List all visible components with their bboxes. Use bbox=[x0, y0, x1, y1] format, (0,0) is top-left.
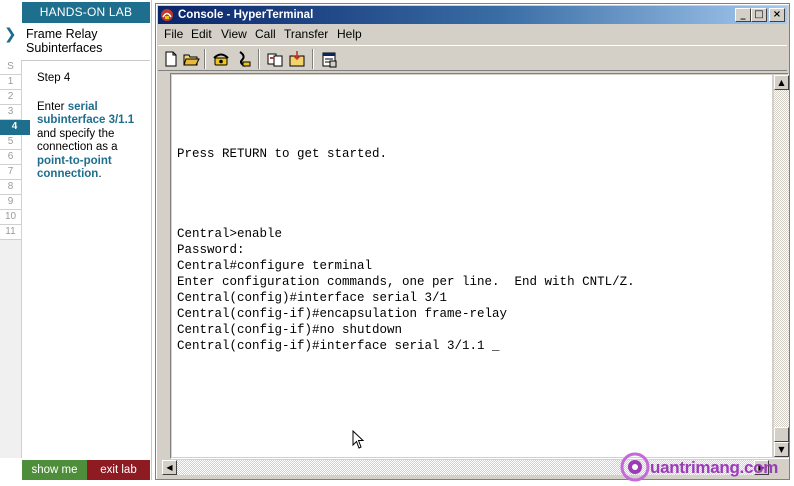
close-button[interactable]: × bbox=[769, 8, 785, 22]
toolbar-separator bbox=[258, 49, 260, 69]
step-item[interactable]: 2 bbox=[0, 90, 22, 105]
terminal-frame: Press RETURN to get started. Central>enab… bbox=[170, 73, 789, 459]
menu-call[interactable]: Call bbox=[255, 27, 276, 42]
toolbar bbox=[158, 45, 787, 71]
properties-icon[interactable] bbox=[320, 50, 338, 68]
menu-view[interactable]: View bbox=[221, 27, 247, 42]
mouse-cursor-icon bbox=[352, 430, 365, 449]
step-item[interactable]: S bbox=[0, 60, 22, 75]
step-item[interactable]: 4 bbox=[0, 120, 30, 135]
divider bbox=[22, 60, 150, 61]
terminal-line: Central(config-if)#no shutdown bbox=[177, 323, 403, 337]
terminal-line: Central(config-if)#encapsulation frame-r… bbox=[177, 307, 508, 321]
maximize-button[interactable]: □ bbox=[751, 8, 767, 22]
step-item[interactable]: 8 bbox=[0, 180, 22, 195]
watermark-text: uantrimang.com bbox=[650, 458, 779, 477]
receive-icon[interactable] bbox=[288, 50, 306, 68]
step-item[interactable]: 6 bbox=[0, 150, 22, 165]
scroll-left-button[interactable]: ◀ bbox=[162, 460, 177, 475]
lab-title-row: ❯ Frame Relay Subinterfaces bbox=[0, 24, 150, 60]
terminal-output[interactable]: Press RETURN to get started. Central>enab… bbox=[172, 75, 772, 457]
lab-title: Frame Relay Subinterfaces bbox=[26, 27, 103, 55]
scroll-thumb[interactable] bbox=[774, 427, 789, 442]
step-item[interactable]: 7 bbox=[0, 165, 22, 180]
menu-bar: File Edit View Call Transfer Help bbox=[158, 25, 787, 44]
chevron-right-icon: ❯ bbox=[4, 25, 17, 43]
minimize-button[interactable]: _ bbox=[735, 8, 751, 22]
menu-transfer[interactable]: Transfer bbox=[284, 27, 328, 42]
terminal-line: Enter configuration commands, one per li… bbox=[177, 275, 635, 289]
step-list: S 1 2 3 4 5 6 7 8 9 10 11 bbox=[0, 60, 30, 240]
instruction-text: and specify the connection as a bbox=[37, 127, 118, 154]
toolbar-separator bbox=[204, 49, 206, 69]
terminal-line: Press RETURN to get started. bbox=[177, 147, 388, 161]
exit-lab-button[interactable]: exit lab bbox=[87, 460, 150, 480]
lab-buttons: show me exit lab bbox=[22, 460, 150, 480]
step-item[interactable]: 1 bbox=[0, 75, 22, 90]
hyperterminal-icon bbox=[161, 9, 173, 21]
show-me-button[interactable]: show me bbox=[22, 460, 87, 480]
terminal-line: Central(config)#interface serial 3/1 bbox=[177, 291, 448, 305]
terminal-line: Central#configure terminal bbox=[177, 259, 373, 273]
step-item[interactable]: 11 bbox=[0, 225, 22, 240]
instruction-text: . bbox=[98, 168, 102, 180]
instruction-text: Enter bbox=[37, 100, 68, 113]
step-content: Step 4 Enter serial subinterface 3/1.1 a… bbox=[37, 72, 149, 182]
vertical-scrollbar[interactable]: ▲ ▼ bbox=[774, 75, 789, 457]
send-icon[interactable] bbox=[266, 50, 284, 68]
toolbar-separator bbox=[312, 49, 314, 69]
terminal-line: Central>enable bbox=[177, 227, 283, 241]
scroll-up-button[interactable]: ▲ bbox=[774, 75, 789, 90]
step-item[interactable]: 10 bbox=[0, 210, 22, 225]
menu-file[interactable]: File bbox=[164, 27, 183, 42]
step-item[interactable]: 5 bbox=[0, 135, 22, 150]
new-icon[interactable] bbox=[162, 50, 180, 68]
step-item[interactable]: 3 bbox=[0, 105, 22, 120]
watermark: uantrimang.com bbox=[620, 450, 794, 484]
window-title: Console - HyperTerminal bbox=[178, 9, 314, 21]
lab-header: HANDS-ON LAB bbox=[22, 2, 150, 23]
title-bar[interactable]: Console - HyperTerminal _ □ × bbox=[158, 6, 787, 24]
disconnect-icon[interactable] bbox=[234, 50, 252, 68]
open-icon[interactable] bbox=[182, 50, 200, 68]
step-list-gutter bbox=[0, 240, 22, 458]
step-item[interactable]: 9 bbox=[0, 195, 22, 210]
hyperterminal-window: Console - HyperTerminal _ □ × File Edit … bbox=[155, 3, 790, 480]
menu-help[interactable]: Help bbox=[337, 27, 362, 42]
terminal-line: Password: bbox=[177, 243, 245, 257]
step-label: Step 4 bbox=[37, 72, 71, 84]
lab-panel: HANDS-ON LAB ❯ Frame Relay Subinterfaces… bbox=[0, 0, 152, 480]
connect-icon[interactable] bbox=[212, 50, 230, 68]
terminal-line: Central(config-if)#interface serial 3/1.… bbox=[177, 339, 500, 353]
watermark-logo-icon bbox=[620, 452, 650, 482]
menu-edit[interactable]: Edit bbox=[191, 27, 212, 42]
